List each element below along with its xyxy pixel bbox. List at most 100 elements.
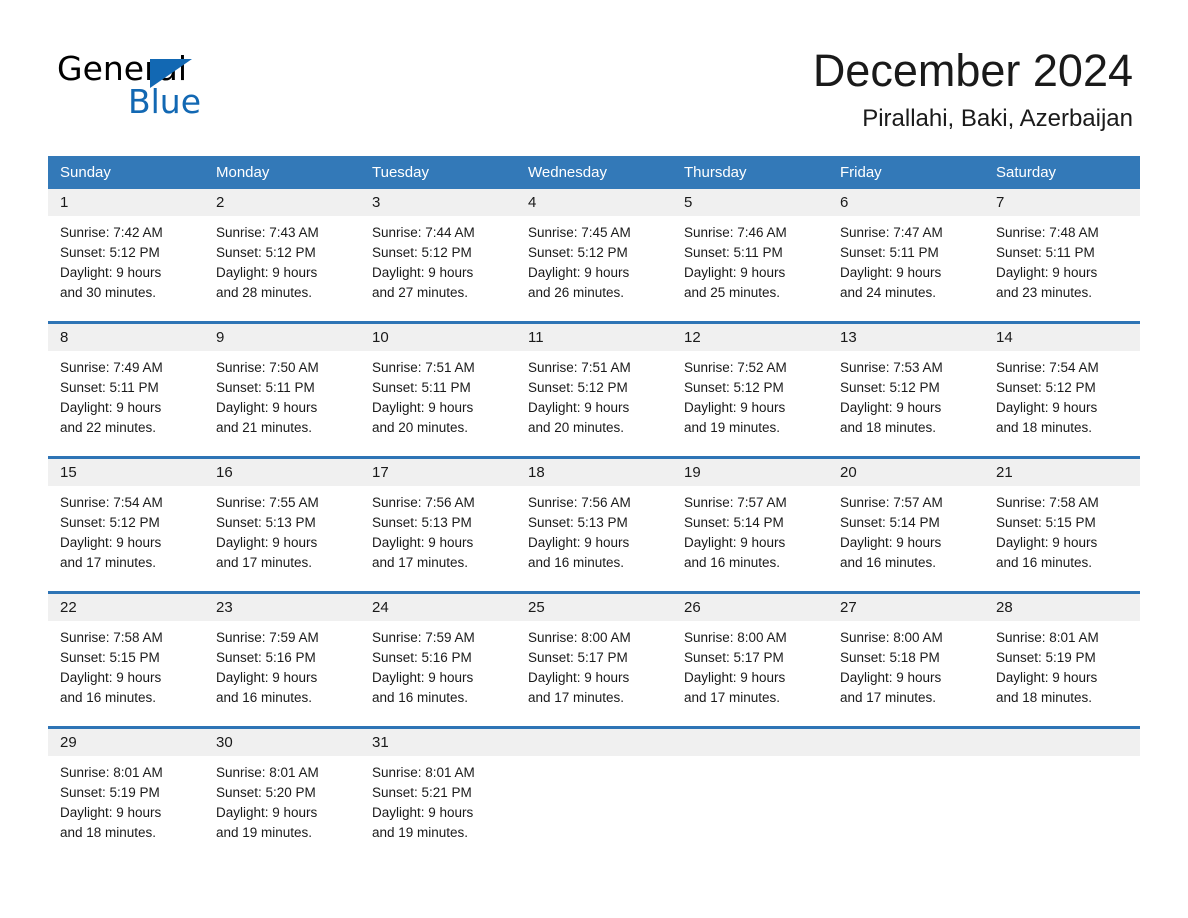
daylight-duration-line2: and 17 minutes. [60,555,157,570]
calendar-day-cell[interactable]: 16 Sunrise: 7:55 AM Sunset: 5:13 PM Dayligh… [204,456,360,593]
day-number: 22 [48,594,204,621]
sunrise-time: Sunrise: 8:00 AM [840,630,943,645]
calendar-day-cell[interactable]: 25 Sunrise: 8:00 AM Sunset: 5:17 PM Dayligh… [516,591,672,728]
daylight-duration-line1: Daylight: 9 hours [372,535,474,550]
sunset-time: Sunset: 5:18 PM [840,650,940,665]
calendar-day-cell[interactable]: 30 Sunrise: 8:01 AM Sunset: 5:20 PM Dayligh… [204,726,360,861]
sunrise-time: Sunrise: 7:59 AM [372,630,475,645]
day-cell-content: 16 Sunrise: 7:55 AM Sunset: 5:13 PM Dayligh… [204,459,360,591]
calendar-body: 1 Sunrise: 7:42 AM Sunset: 5:12 PM Daylight… [48,189,1140,861]
sunset-time: Sunset: 5:20 PM [216,785,316,800]
calendar-day-cell[interactable]: 28 Sunrise: 8:01 AM Sunset: 5:19 PM Dayligh… [984,591,1140,728]
calendar-day-cell[interactable]: 18 Sunrise: 7:56 AM Sunset: 5:13 PM Dayligh… [516,456,672,593]
day-cell-content: 21 Sunrise: 7:58 AM Sunset: 5:15 PM Dayligh… [984,459,1140,591]
calendar-day-cell[interactable]: 15 Sunrise: 7:54 AM Sunset: 5:12 PM Dayligh… [48,456,204,593]
calendar-day-cell[interactable]: 9 Sunrise: 7:50 AM Sunset: 5:11 PM Daylight… [204,321,360,458]
sunset-time: Sunset: 5:11 PM [684,245,783,260]
calendar-day-cell[interactable]: 12 Sunrise: 7:52 AM Sunset: 5:12 PM Dayligh… [672,321,828,458]
day-cell-content [516,729,672,861]
daylight-duration-line1: Daylight: 9 hours [840,670,942,685]
daylight-duration-line2: and 19 minutes. [684,420,781,435]
daylight-duration-line2: and 16 minutes. [684,555,781,570]
day-details: Sunrise: 7:49 AM Sunset: 5:11 PM Daylight:… [48,351,204,438]
day-number: 17 [360,459,516,486]
day-cell-content: 2 Sunrise: 7:43 AM Sunset: 5:12 PM Daylight… [204,189,360,321]
daylight-duration-line2: and 18 minutes. [996,690,1093,705]
sunrise-time: Sunrise: 8:01 AM [996,630,1099,645]
day-details: Sunrise: 7:44 AM Sunset: 5:12 PM Daylight:… [360,216,516,303]
calendar-day-cell[interactable]: 3 Sunrise: 7:44 AM Sunset: 5:12 PM Daylight… [360,189,516,323]
day-details: Sunrise: 7:56 AM Sunset: 5:13 PM Daylight:… [360,486,516,573]
calendar-day-cell[interactable]: 27 Sunrise: 8:00 AM Sunset: 5:18 PM Dayligh… [828,591,984,728]
calendar-day-cell[interactable]: 6 Sunrise: 7:47 AM Sunset: 5:11 PM Daylight… [828,189,984,323]
day-number: 13 [828,324,984,351]
day-number: 7 [984,189,1140,216]
daylight-duration-line2: and 19 minutes. [372,825,469,840]
day-number [984,729,1140,756]
calendar-day-cell[interactable]: 23 Sunrise: 7:59 AM Sunset: 5:16 PM Dayligh… [204,591,360,728]
calendar-week-row: 22 Sunrise: 7:58 AM Sunset: 5:15 PM Dayligh… [48,591,1140,728]
sunset-time: Sunset: 5:12 PM [60,245,160,260]
calendar-day-cell[interactable]: 11 Sunrise: 7:51 AM Sunset: 5:12 PM Dayligh… [516,321,672,458]
day-cell-content: 20 Sunrise: 7:57 AM Sunset: 5:14 PM Dayligh… [828,459,984,591]
sunset-time: Sunset: 5:11 PM [216,380,315,395]
sunset-time: Sunset: 5:13 PM [372,515,472,530]
day-details [516,756,672,763]
calendar-day-cell [984,726,1140,861]
calendar-day-cell[interactable]: 21 Sunrise: 7:58 AM Sunset: 5:15 PM Dayligh… [984,456,1140,593]
day-details: Sunrise: 8:01 AM Sunset: 5:20 PM Daylight:… [204,756,360,843]
sunrise-time: Sunrise: 7:58 AM [996,495,1099,510]
sunset-time: Sunset: 5:12 PM [60,515,160,530]
daylight-duration-line1: Daylight: 9 hours [684,670,786,685]
day-number: 5 [672,189,828,216]
daylight-duration-line1: Daylight: 9 hours [372,400,474,415]
day-details: Sunrise: 8:01 AM Sunset: 5:19 PM Daylight:… [48,756,204,843]
calendar-day-cell[interactable]: 20 Sunrise: 7:57 AM Sunset: 5:14 PM Dayligh… [828,456,984,593]
calendar-day-cell[interactable]: 2 Sunrise: 7:43 AM Sunset: 5:12 PM Daylight… [204,189,360,323]
day-details: Sunrise: 7:51 AM Sunset: 5:12 PM Daylight:… [516,351,672,438]
sunset-time: Sunset: 5:11 PM [996,245,1095,260]
daylight-duration-line2: and 18 minutes. [60,825,157,840]
daylight-duration-line1: Daylight: 9 hours [216,400,318,415]
day-details: Sunrise: 7:51 AM Sunset: 5:11 PM Daylight:… [360,351,516,438]
sunrise-time: Sunrise: 8:00 AM [684,630,787,645]
daylight-duration-line2: and 16 minutes. [60,690,157,705]
calendar-week-row: 29 Sunrise: 8:01 AM Sunset: 5:19 PM Dayligh… [48,726,1140,861]
day-cell-content: 3 Sunrise: 7:44 AM Sunset: 5:12 PM Daylight… [360,189,516,321]
page-header: General Blue December 2024 Pirallahi, Ba… [0,0,1188,132]
sunrise-time: Sunrise: 7:43 AM [216,225,319,240]
calendar-day-cell[interactable]: 29 Sunrise: 8:01 AM Sunset: 5:19 PM Dayligh… [48,726,204,861]
day-number: 23 [204,594,360,621]
calendar-day-cell[interactable]: 7 Sunrise: 7:48 AM Sunset: 5:11 PM Daylight… [984,189,1140,323]
day-details: Sunrise: 7:47 AM Sunset: 5:11 PM Daylight:… [828,216,984,303]
calendar-day-cell[interactable]: 24 Sunrise: 7:59 AM Sunset: 5:16 PM Dayligh… [360,591,516,728]
day-details: Sunrise: 7:48 AM Sunset: 5:11 PM Daylight:… [984,216,1140,303]
calendar-day-cell[interactable]: 8 Sunrise: 7:49 AM Sunset: 5:11 PM Daylight… [48,321,204,458]
calendar-day-cell[interactable]: 17 Sunrise: 7:56 AM Sunset: 5:13 PM Dayligh… [360,456,516,593]
calendar-day-cell[interactable]: 1 Sunrise: 7:42 AM Sunset: 5:12 PM Daylight… [48,189,204,323]
calendar-day-cell[interactable]: 14 Sunrise: 7:54 AM Sunset: 5:12 PM Dayligh… [984,321,1140,458]
calendar-day-cell[interactable]: 26 Sunrise: 8:00 AM Sunset: 5:17 PM Dayligh… [672,591,828,728]
day-cell-content: 8 Sunrise: 7:49 AM Sunset: 5:11 PM Daylight… [48,324,204,456]
daylight-duration-line2: and 28 minutes. [216,285,313,300]
brand-logo[interactable]: General Blue [57,52,257,122]
calendar-day-cell[interactable]: 13 Sunrise: 7:53 AM Sunset: 5:12 PM Dayligh… [828,321,984,458]
calendar-day-cell[interactable]: 22 Sunrise: 7:58 AM Sunset: 5:15 PM Dayligh… [48,591,204,728]
daylight-duration-line1: Daylight: 9 hours [840,535,942,550]
sunrise-time: Sunrise: 7:49 AM [60,360,163,375]
day-cell-content: 26 Sunrise: 8:00 AM Sunset: 5:17 PM Dayligh… [672,594,828,726]
daylight-duration-line1: Daylight: 9 hours [684,535,786,550]
calendar-day-cell[interactable]: 31 Sunrise: 8:01 AM Sunset: 5:21 PM Dayligh… [360,726,516,861]
sunset-time: Sunset: 5:12 PM [996,380,1096,395]
calendar-day-cell[interactable]: 5 Sunrise: 7:46 AM Sunset: 5:11 PM Daylight… [672,189,828,323]
daylight-duration-line1: Daylight: 9 hours [60,535,162,550]
sunrise-time: Sunrise: 7:53 AM [840,360,943,375]
day-cell-content: 5 Sunrise: 7:46 AM Sunset: 5:11 PM Daylight… [672,189,828,321]
day-cell-content: 24 Sunrise: 7:59 AM Sunset: 5:16 PM Dayligh… [360,594,516,726]
daylight-duration-line1: Daylight: 9 hours [996,670,1098,685]
calendar-day-cell[interactable]: 4 Sunrise: 7:45 AM Sunset: 5:12 PM Daylight… [516,189,672,323]
weekday-header-tuesday: Tuesday [360,156,516,189]
calendar-day-cell[interactable]: 10 Sunrise: 7:51 AM Sunset: 5:11 PM Dayligh… [360,321,516,458]
calendar-day-cell[interactable]: 19 Sunrise: 7:57 AM Sunset: 5:14 PM Dayligh… [672,456,828,593]
day-details: Sunrise: 7:53 AM Sunset: 5:12 PM Daylight:… [828,351,984,438]
